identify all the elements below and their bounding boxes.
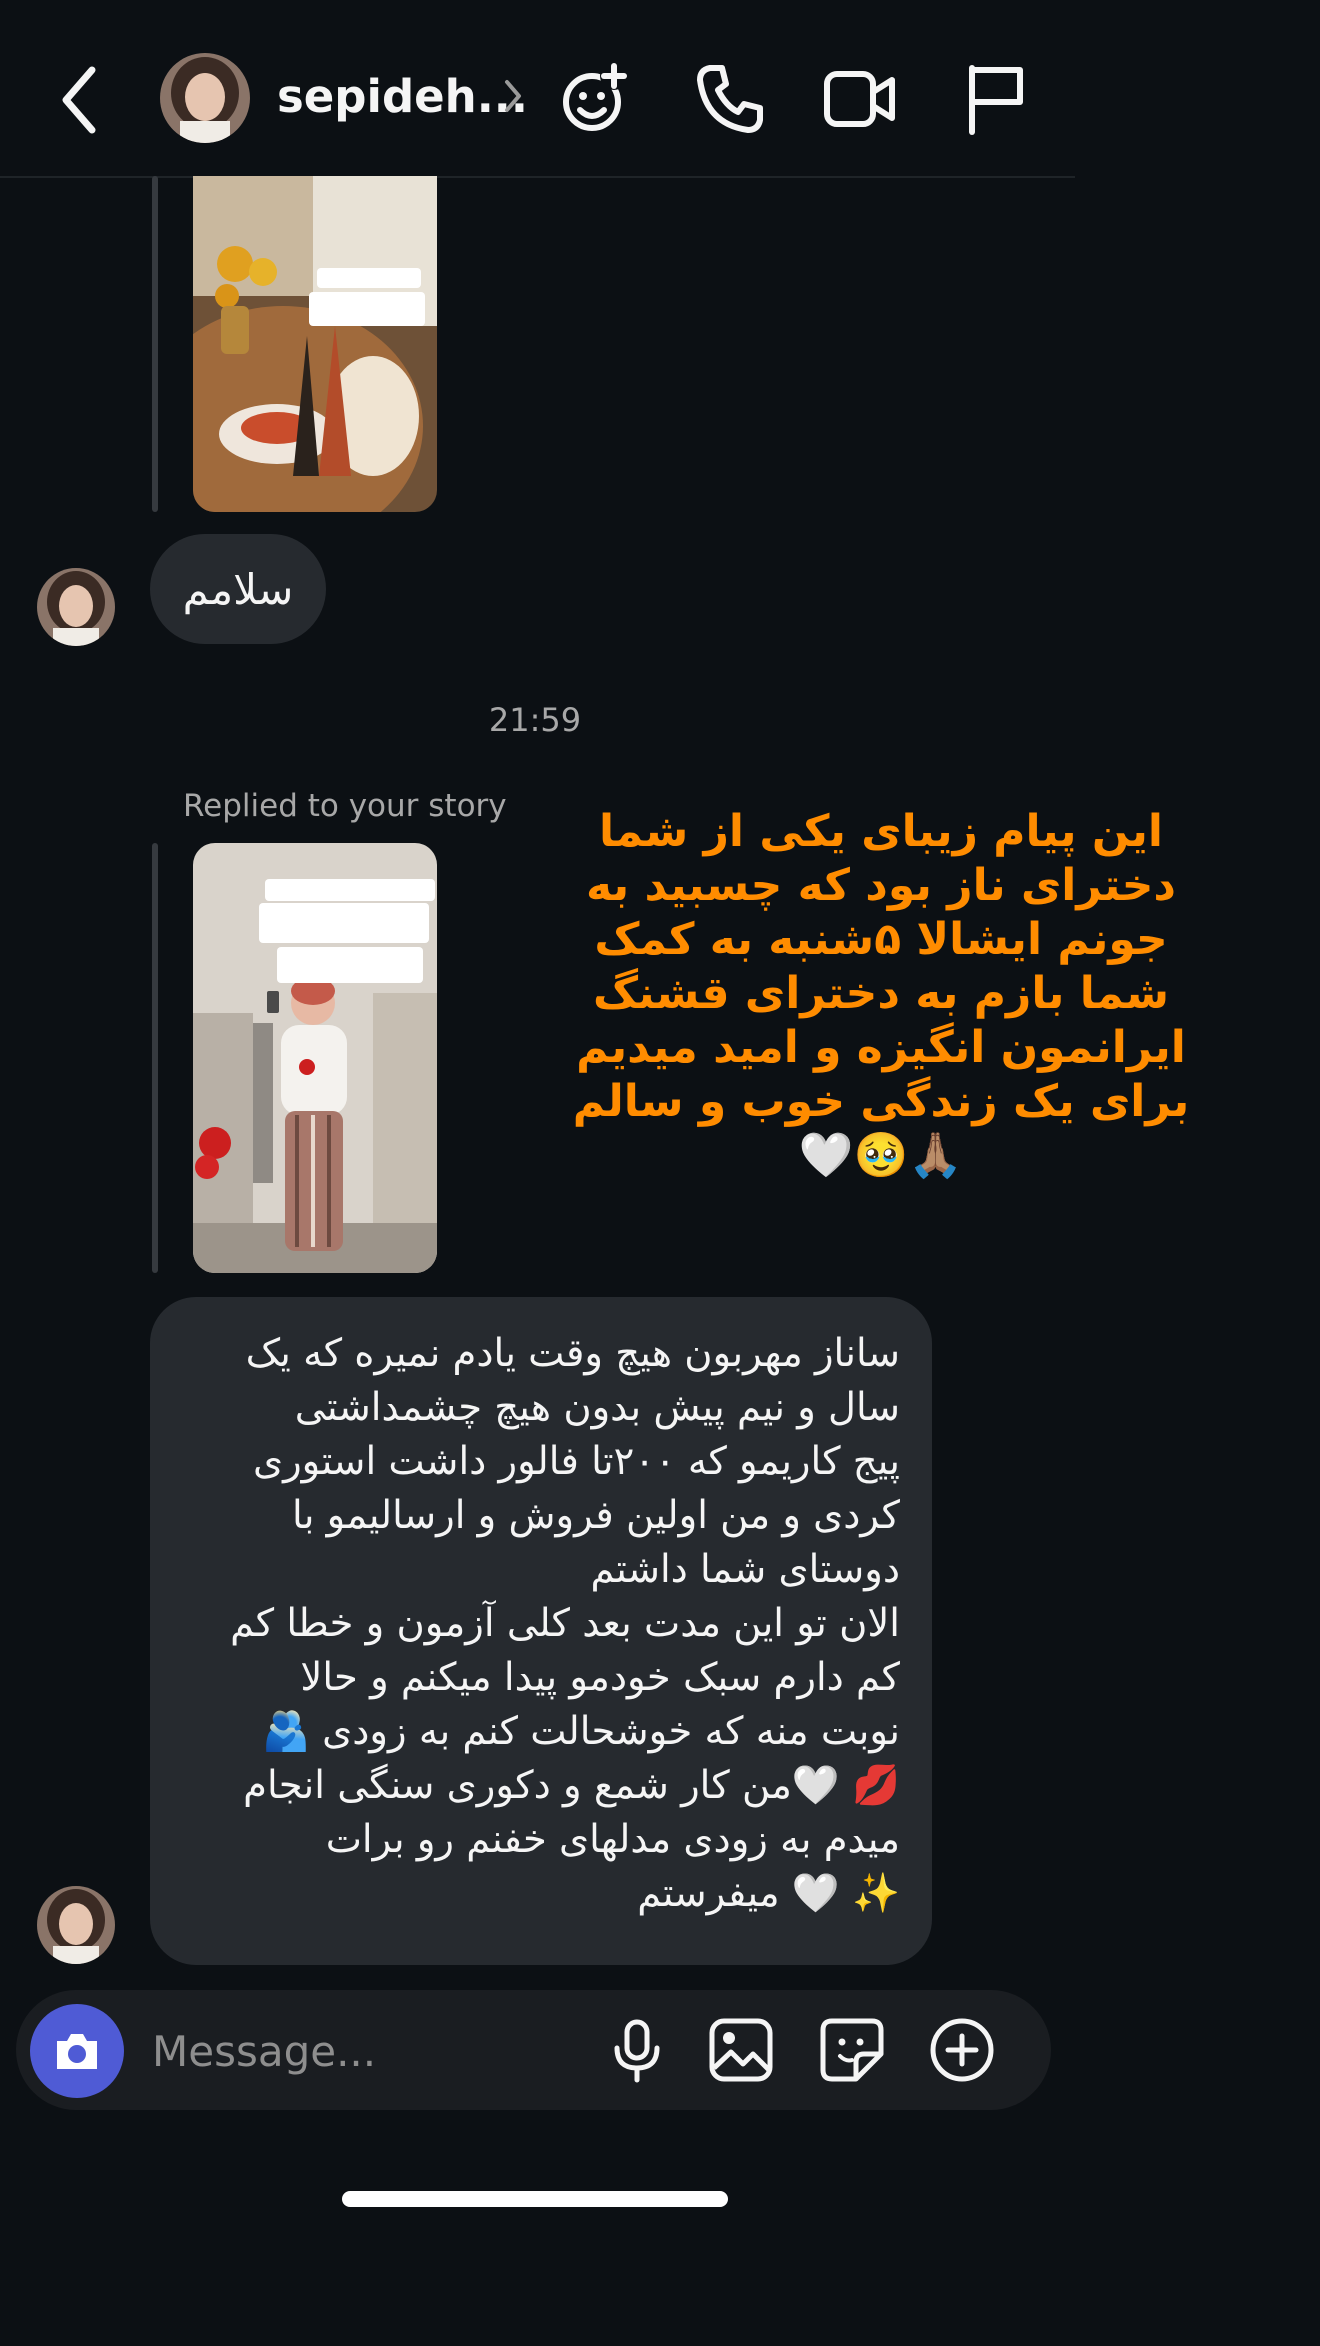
contact-name[interactable]: sepideh... — [277, 70, 528, 123]
avatar[interactable] — [160, 53, 250, 143]
message-text: الان تو این مدت بعد کلی آزمون و خطا کم ک… — [230, 1601, 900, 1916]
camera-icon — [57, 2034, 97, 2069]
video-camera-icon[interactable] — [822, 60, 898, 136]
camera-button[interactable] — [30, 2004, 124, 2098]
phone-icon[interactable] — [692, 60, 768, 136]
message-input[interactable] — [150, 2020, 584, 2082]
flag-icon[interactable] — [958, 60, 1034, 136]
microphone-icon[interactable] — [603, 2016, 671, 2084]
plus-circle-icon[interactable] — [928, 2016, 996, 2084]
sticker-icon[interactable] — [818, 2016, 886, 2084]
chat-header: sepideh... — [0, 0, 1075, 178]
smiley-plus-icon[interactable] — [556, 60, 632, 136]
message-bubble[interactable]: سلامم — [150, 534, 326, 644]
home-indicator[interactable] — [342, 2191, 728, 2207]
avatar[interactable] — [37, 1886, 115, 1964]
overlay-caption: این پیام زیبای یکی از شما دخترای ناز بود… — [572, 806, 1190, 1181]
message-text: سلامم — [182, 564, 294, 614]
replied-to-story-label: Replied to your story — [183, 788, 507, 824]
back-arrow-icon[interactable] — [56, 62, 106, 138]
message-bubble[interactable]: ساناز مهربون هیچ وقت یادم نمیره که یک سا… — [150, 1297, 932, 1965]
message-text: ساناز مهربون هیچ وقت یادم نمیره که یک سا… — [245, 1331, 900, 1592]
story-thumbnail[interactable] — [193, 176, 437, 512]
avatar[interactable] — [37, 568, 115, 646]
message-timestamp: 21:59 — [488, 701, 582, 739]
reply-indicator-bar — [152, 843, 158, 1273]
chevron-right-icon[interactable] — [503, 78, 523, 114]
reply-indicator-bar — [152, 176, 158, 512]
story-thumbnail[interactable] — [193, 843, 437, 1273]
gallery-icon[interactable] — [707, 2016, 775, 2084]
